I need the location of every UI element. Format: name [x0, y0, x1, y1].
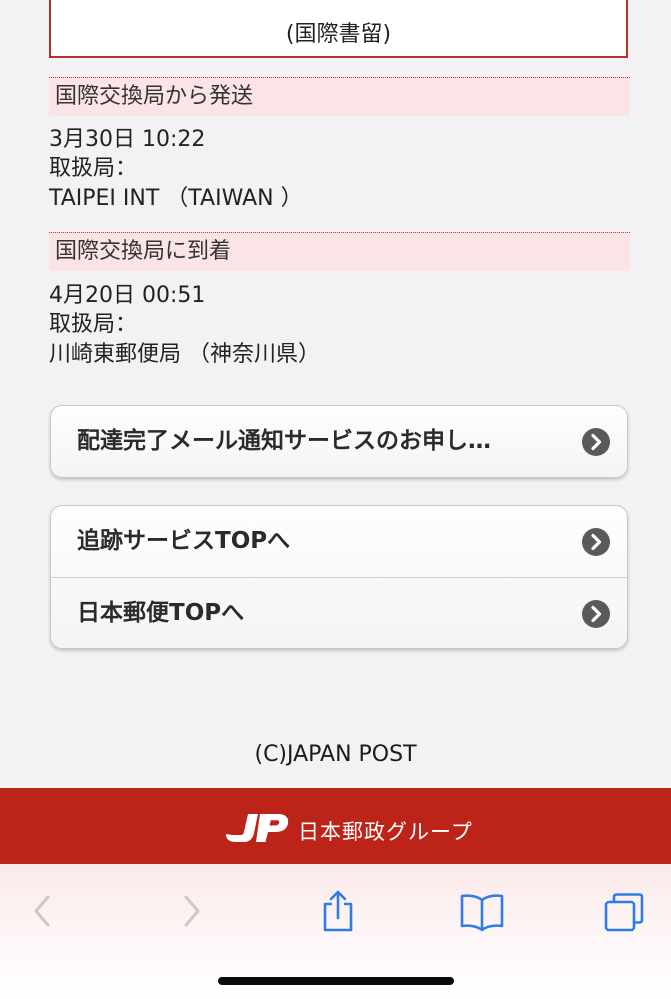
- mail-type-label: (国際書留): [285, 22, 392, 47]
- event-status-header: 国際交換局から発送: [49, 77, 630, 116]
- forward-icon[interactable]: [166, 888, 216, 934]
- event-office: 川崎東郵便局 （神奈川県）: [49, 342, 320, 367]
- japan-post-top-button[interactable]: 日本郵便TOPへ: [51, 577, 627, 648]
- chevron-right-icon: [582, 428, 610, 456]
- event-office-label: 取扱局：: [49, 312, 138, 337]
- navigation-card: 追跡サービスTOPへ 日本郵便TOPへ: [50, 505, 628, 649]
- event-status-header: 国際交換局に到着: [49, 232, 630, 271]
- back-icon[interactable]: [18, 888, 68, 934]
- tracking-top-button[interactable]: 追跡サービスTOPへ: [51, 506, 627, 577]
- japan-post-top-label: 日本郵便TOPへ: [77, 600, 245, 626]
- bookmarks-icon[interactable]: [457, 888, 507, 934]
- notify-service-label: 配達完了メール通知サービスのお申し…: [77, 428, 491, 454]
- browser-toolbar: [0, 864, 671, 999]
- registered-mail-box: (国際書留): [49, 0, 628, 58]
- japan-post-logo: [226, 814, 289, 842]
- event-office: TAIPEI INT （TAIWAN ）: [49, 186, 303, 211]
- home-indicator: [218, 977, 454, 985]
- footer-bar: 日本郵政グループ: [0, 788, 671, 864]
- share-icon[interactable]: [313, 888, 363, 934]
- tabs-icon[interactable]: [600, 888, 650, 934]
- event-datetime: 3月30日 10:22: [49, 127, 206, 152]
- copyright-text: (C)JAPAN POST: [254, 742, 417, 767]
- chevron-right-icon: [582, 600, 610, 628]
- event-office-label: 取扱局：: [49, 156, 138, 181]
- chevron-right-icon: [582, 528, 610, 556]
- japan-post-group-text: 日本郵政グループ: [298, 820, 473, 844]
- notify-service-button[interactable]: 配達完了メール通知サービスのお申し…: [51, 406, 627, 477]
- event-datetime: 4月20日 00:51: [49, 283, 206, 308]
- tracking-top-label: 追跡サービスTOPへ: [77, 528, 291, 554]
- notify-service-card: 配達完了メール通知サービスのお申し…: [50, 405, 628, 478]
